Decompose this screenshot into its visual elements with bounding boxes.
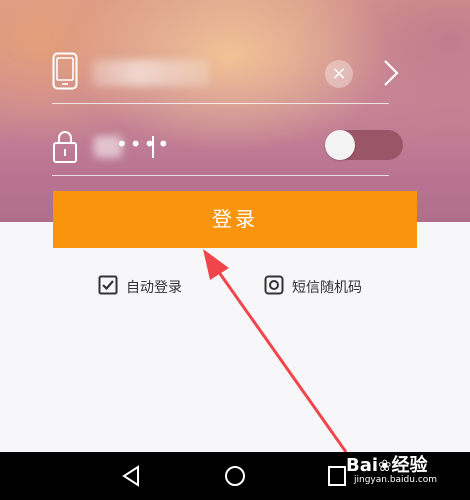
back-icon[interactable] (120, 465, 142, 491)
recent-apps-icon[interactable] (327, 465, 347, 491)
watermark-brand-suffix: 经验 (391, 455, 428, 476)
paw-icon: ❀ (378, 456, 392, 475)
watermark-site: jingyan.baidu.com (354, 475, 438, 485)
annotation-arrow (203, 249, 348, 453)
home-icon[interactable] (224, 465, 246, 491)
baidu-watermark: Bai❀经验 jingyan.baidu.com (346, 451, 437, 485)
watermark-brand: Bai (346, 455, 379, 476)
